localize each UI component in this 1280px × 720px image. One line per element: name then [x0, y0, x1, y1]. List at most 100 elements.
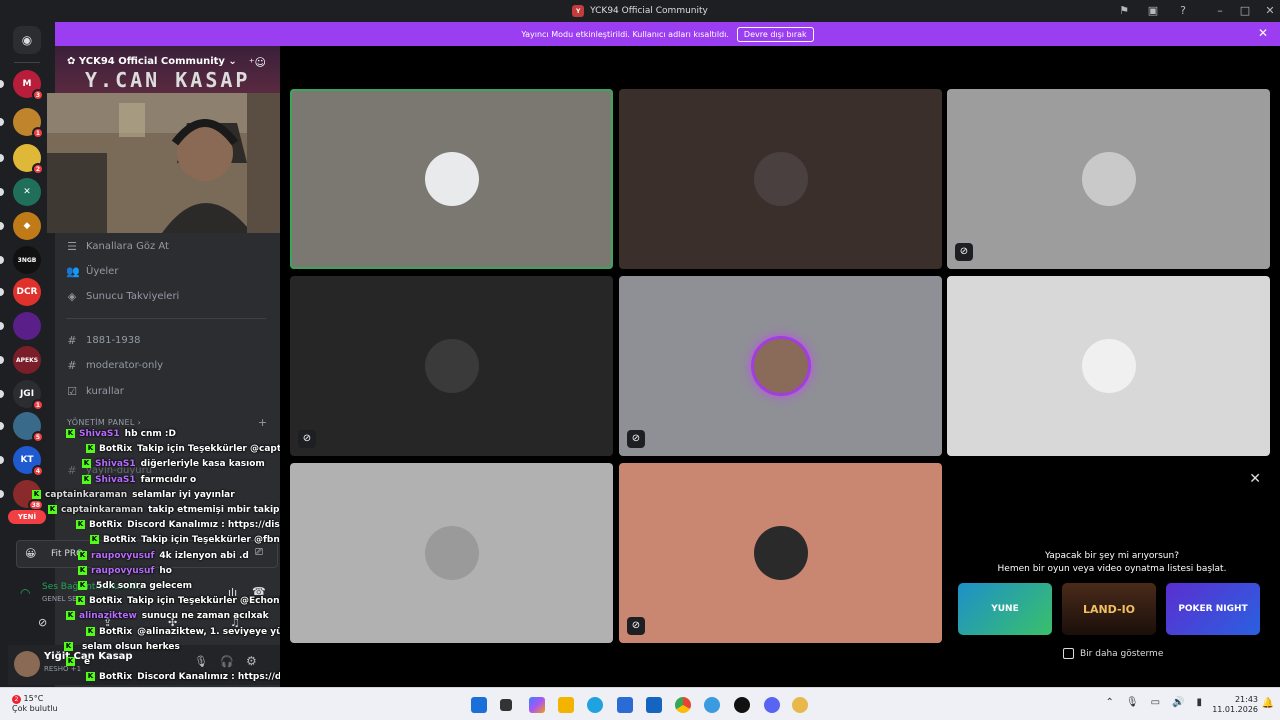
channel-moderator-only[interactable]: # moderator-only [66, 359, 163, 372]
banner-message: Yayıncı Modu etkinleştirildi. Kullanıcı … [521, 29, 729, 39]
guild-icon[interactable]: 2 [13, 144, 44, 175]
server-logo-icon: Y [572, 5, 585, 17]
dont-show-again-checkbox[interactable]: Bir daha gösterme [1063, 648, 1163, 659]
participant-tile[interactable] [619, 89, 942, 269]
kick-badge-icon: K [48, 505, 57, 514]
channel-1881-1938[interactable]: # 1881-1938 [66, 334, 140, 347]
window-title-text: YCK94 Official Community [590, 6, 708, 16]
voice-stage: ⊘ ⊘ ⊘ ⊘ ✕ Yapacak bir şey mi arıyorsun? Hem… [280, 46, 1280, 687]
guild-icon[interactable]: 1 [13, 108, 44, 139]
unread-indicator [0, 80, 4, 88]
hash-icon: # [67, 359, 77, 372]
chat-username: BotRix [99, 672, 133, 683]
guild-icon[interactable]: DCR [13, 278, 41, 306]
chat-username: BotRix [103, 535, 137, 546]
mic-tray-icon[interactable]: 🎙 [1126, 697, 1139, 708]
unread-indicator [0, 288, 4, 296]
guild-icon[interactable]: APEKS [13, 346, 41, 374]
guild-icon[interactable]: M3 [13, 70, 44, 101]
chat-message: K BotRix Takip için Teşekkürler @fbnur [90, 535, 291, 545]
volume-icon[interactable]: 🔊 [1172, 697, 1184, 708]
inbox-flag-icon[interactable]: ⚑ [1116, 3, 1132, 19]
start-icon[interactable] [471, 697, 487, 713]
close-window-button[interactable]: ✕ [1262, 3, 1278, 19]
network-icon[interactable]: ▭ [1151, 697, 1160, 708]
activity-poker-night[interactable]: POKER NIGHT [1166, 583, 1260, 635]
participant-tile[interactable] [290, 463, 613, 643]
chat-username: BotRix [89, 520, 123, 531]
chat-username: raupovyusuf [91, 565, 155, 576]
unread-indicator [0, 322, 4, 330]
server-header[interactable]: ✿ YCK94 Official Community ⌄ Y.CAN KASAP… [55, 46, 280, 94]
chat-text: 4k izlenyon abi .d [159, 550, 249, 561]
weather-badge: 2 [12, 695, 21, 704]
notification-icon[interactable]: 🔔 [1262, 698, 1274, 709]
guild-icon[interactable]: 3NGB [13, 246, 41, 274]
screen-icon[interactable]: ▣ [1145, 3, 1161, 19]
participant-avatar [753, 152, 808, 206]
checkbox-box[interactable] [1063, 648, 1074, 659]
server-boosts-item[interactable]: ◈ Sunucu Takviyeleri [66, 290, 180, 303]
muted-icon: ⊘ [627, 617, 645, 635]
file-explorer-icon[interactable] [558, 697, 574, 713]
app-icon[interactable] [734, 697, 750, 713]
close-promo-icon[interactable]: ✕ [1249, 471, 1261, 487]
chevron-up-icon[interactable]: ⌃ [1105, 697, 1113, 708]
chrome-icon[interactable] [675, 697, 691, 713]
chat-message: K ShivaS1 diğerleriyle kasa kasıom [82, 459, 265, 469]
boost-icon: ◈ [67, 290, 77, 303]
disable-streamer-mode-button[interactable]: Devre dışı bırak [736, 26, 814, 42]
battery-icon[interactable]: ▮ [1196, 697, 1202, 708]
discord-home-icon[interactable]: ◉ [13, 26, 41, 54]
participant-tile[interactable] [290, 89, 613, 269]
help-icon[interactable]: ? [1175, 3, 1191, 19]
task-view-icon[interactable] [500, 699, 512, 711]
participant-avatar [753, 526, 808, 580]
chat-text: e [84, 657, 91, 667]
channel-kurallar[interactable]: ☑ kurallar [66, 385, 124, 398]
members-item[interactable]: 👥 Üyeler [66, 265, 118, 278]
participant-tile[interactable] [947, 276, 1270, 456]
guild-icon[interactable] [13, 312, 41, 340]
participant-tile[interactable]: ⊘ [619, 276, 942, 456]
server-name[interactable]: ✿ YCK94 Official Community ⌄ [67, 56, 237, 67]
edge-icon[interactable] [587, 697, 603, 713]
minimize-button[interactable]: – [1212, 3, 1228, 19]
store-icon[interactable] [617, 697, 633, 713]
maximize-button[interactable]: □ [1237, 3, 1253, 19]
participant-avatar [1081, 339, 1136, 393]
chat-message: K ShivaS1 hb cnm :D [66, 429, 176, 439]
outlook-icon[interactable] [646, 697, 662, 713]
kick-badge-icon: K [86, 672, 95, 682]
copilot-icon[interactable] [529, 697, 545, 713]
kick-badge-icon: K [82, 459, 91, 469]
invite-icon[interactable]: ⁺☺ [249, 56, 266, 69]
muted-icon: ⊘ [298, 430, 316, 448]
guild-icon[interactable]: ✕ [13, 178, 41, 206]
settings-app-icon[interactable] [704, 697, 720, 713]
discord-taskbar-icon[interactable] [764, 697, 780, 713]
participant-tile[interactable]: ⊘ [290, 276, 613, 456]
browse-channels-item[interactable]: ☰ Kanallara Göz At [66, 240, 169, 253]
activity-yune[interactable]: YUNE [958, 583, 1052, 635]
chat-text: farmcıdır o [140, 474, 197, 485]
unread-indicator [0, 154, 4, 162]
weather-widget[interactable]: 2 15°C Çok bulutlu [12, 694, 58, 714]
game-icon[interactable] [792, 697, 808, 713]
chat-message: Kraupovyusuf ho [78, 565, 172, 576]
participant-tile[interactable]: ⊘ [619, 463, 942, 643]
rules-icon: ☑ [67, 385, 77, 398]
guild-icon[interactable]: JGI 1 [13, 380, 44, 411]
guild-badge: 2 [31, 163, 44, 175]
unread-indicator [0, 356, 4, 364]
guild-badge: 1 [31, 127, 44, 139]
weather-temp: 15°C [23, 694, 44, 703]
muted-icon: ⊘ [955, 243, 973, 261]
guild-icon[interactable]: ◆ [13, 212, 41, 240]
close-banner-icon[interactable]: ✕ [1258, 26, 1268, 40]
chat-text: diğerleriyle kasa kasıom [140, 459, 265, 470]
participant-tile[interactable]: ⊘ [947, 89, 1270, 269]
weather-condition: Çok bulutlu [12, 704, 58, 713]
clock[interactable]: 21:43 11.01.2026 [1212, 695, 1258, 715]
activity-land-io[interactable]: LAND-IO [1062, 583, 1156, 635]
